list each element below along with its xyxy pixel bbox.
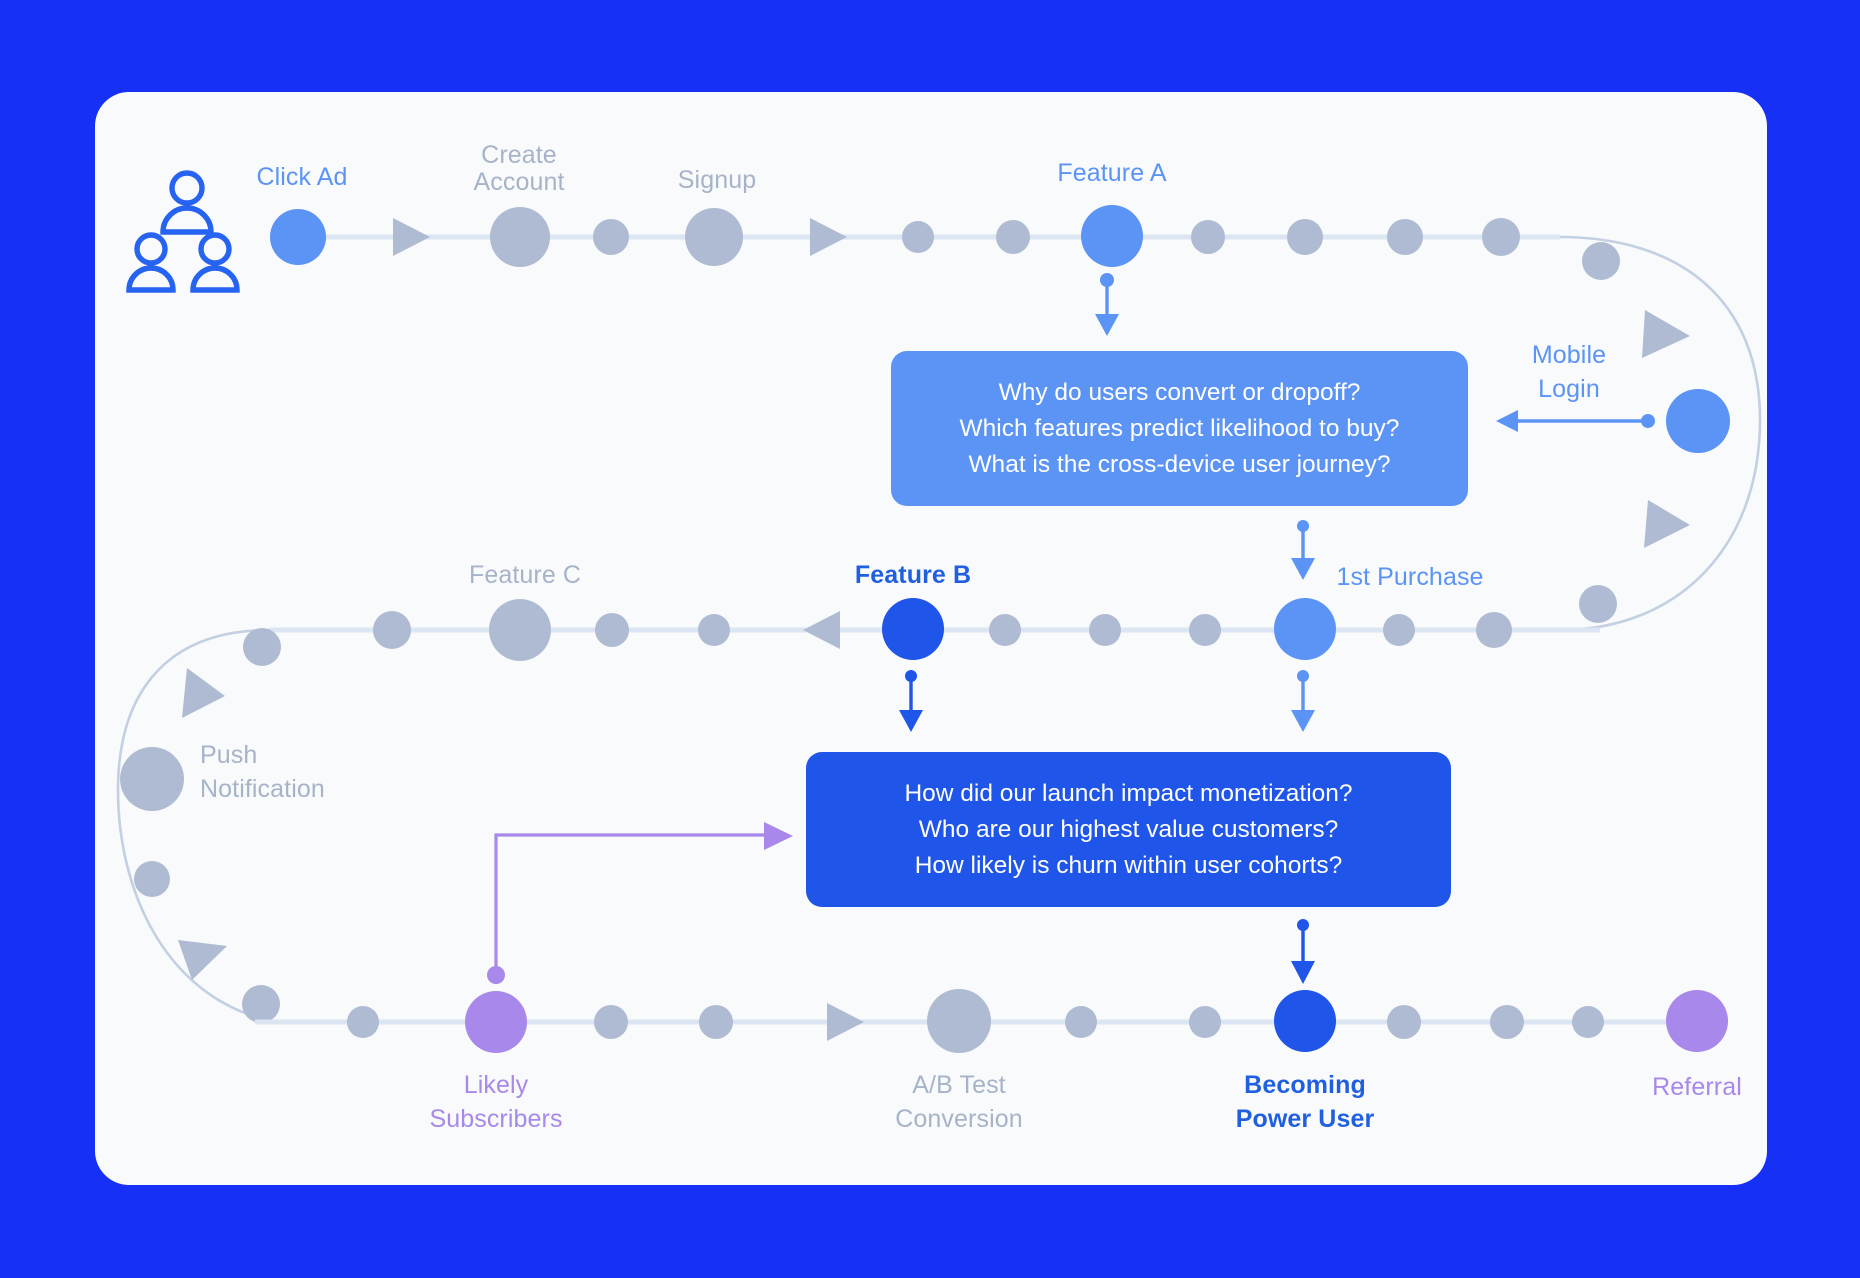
label-mobile-login-line2: Login xyxy=(1538,375,1600,403)
behavioral-question-1: Why do users convert or dropoff? xyxy=(998,378,1361,406)
label-feature-a: Feature A xyxy=(1057,159,1167,187)
label-push-notification-line1: Push xyxy=(200,741,258,769)
label-power-user-line2: Power User xyxy=(1235,1105,1375,1133)
label-push-notification-line2: Notification xyxy=(200,775,325,803)
label-referral: Referral xyxy=(1652,1073,1742,1101)
diagram-canvas: .trk { stroke:#dce5f2; stroke-width:5; f… xyxy=(0,0,1860,1278)
label-ab-test-line1: A/B Test xyxy=(912,1071,1006,1099)
label-feature-c: Feature C xyxy=(468,561,582,589)
monetization-question-2: Who are our highest value customers? xyxy=(918,815,1339,843)
monetization-questions-box: How did our launch impact monetization? … xyxy=(806,752,1451,907)
monetization-question-3: How likely is churn within user cohorts? xyxy=(914,851,1343,879)
monetization-question-1: How did our launch impact monetization? xyxy=(904,779,1353,807)
behavioral-question-2: Which features predict likelihood to buy… xyxy=(959,414,1400,442)
label-likely-subscribers-line2: Subscribers xyxy=(429,1105,563,1133)
behavioral-questions-box: Why do users convert or dropoff? Which f… xyxy=(891,351,1468,506)
label-ab-test-line2: Conversion xyxy=(895,1105,1023,1133)
label-feature-b: Feature B xyxy=(854,561,972,589)
label-power-user-line1: Becoming xyxy=(1244,1071,1366,1099)
label-click-ad: Click Ad xyxy=(256,163,348,191)
label-create-account-line2: Account xyxy=(473,168,565,196)
label-mobile-login-line1: Mobile xyxy=(1531,341,1607,369)
label-create-account-line1: Create xyxy=(481,141,557,169)
label-first-purchase: 1st Purchase xyxy=(1336,563,1484,591)
behavioral-question-3: What is the cross-device user journey? xyxy=(968,450,1391,478)
label-signup: Signup xyxy=(677,166,757,194)
label-likely-subscribers-line1: Likely xyxy=(463,1071,529,1099)
diagram-card xyxy=(95,92,1767,1185)
